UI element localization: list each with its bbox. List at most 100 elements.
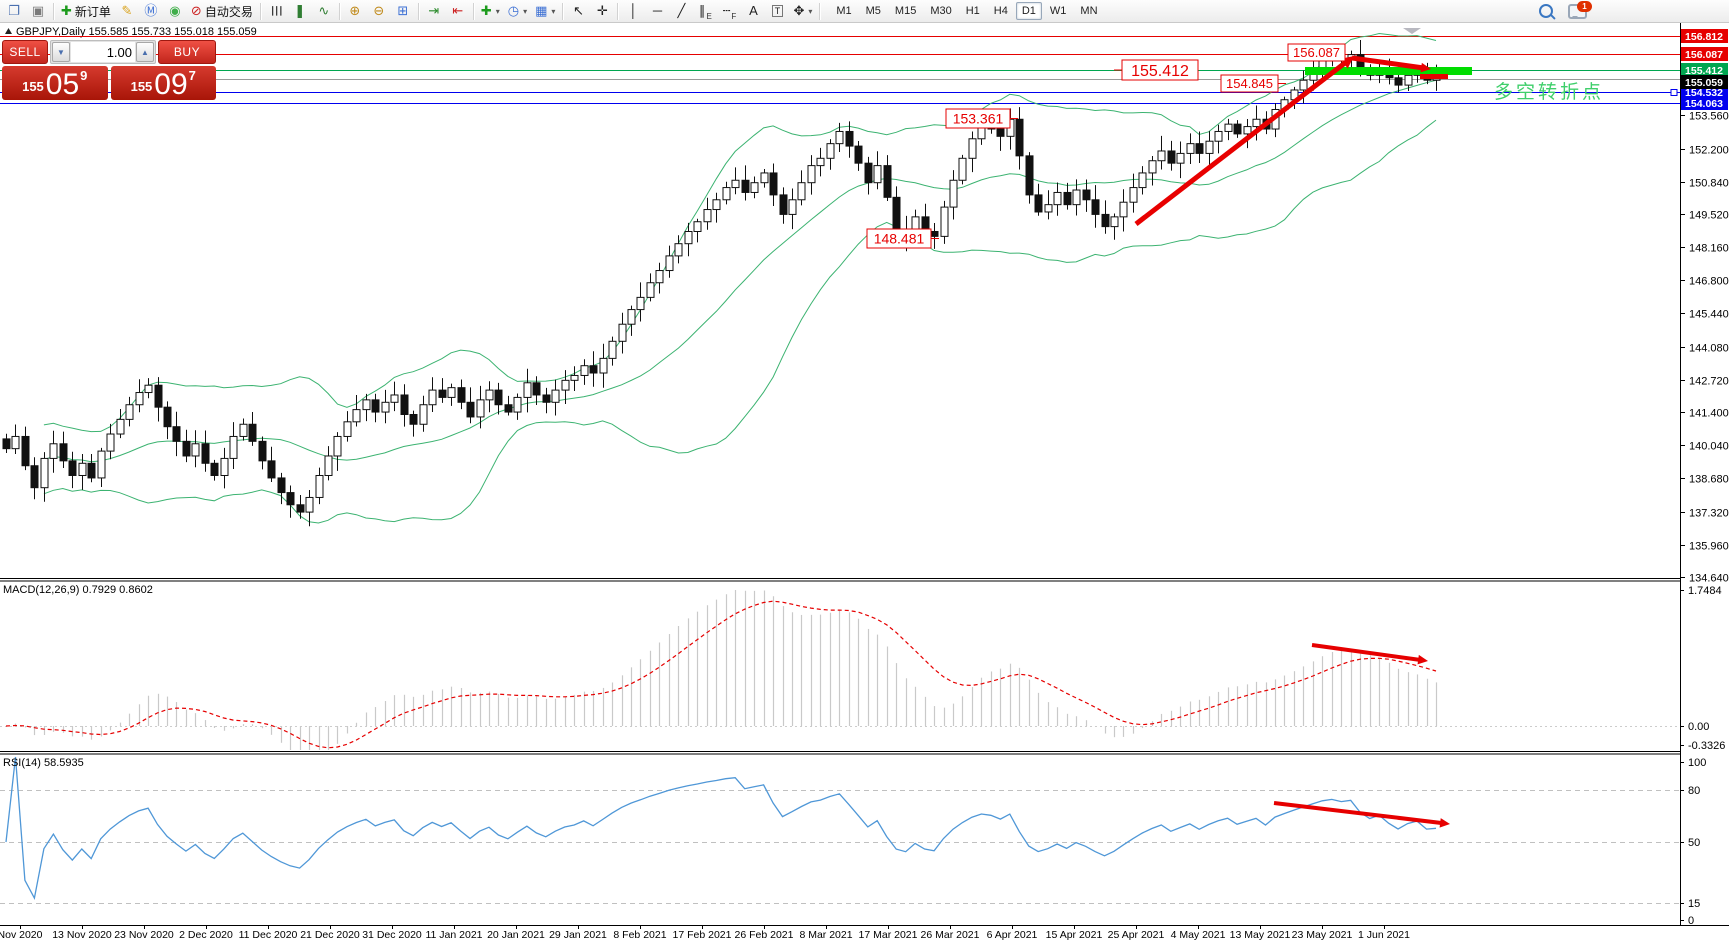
- buy-price[interactable]: 155097: [111, 66, 217, 100]
- tile-windows-icon: ⊞: [397, 2, 408, 20]
- price-annotation-155-412[interactable]: 155.412: [1114, 60, 1198, 80]
- svg-text:156.812: 156.812: [1685, 31, 1723, 43]
- timeframe-m1[interactable]: M1: [830, 2, 857, 20]
- new-order-glyph: ✚: [61, 2, 72, 20]
- lower-band: [44, 120, 1436, 523]
- price-annotation-154-845[interactable]: 154.845: [1221, 75, 1286, 92]
- line-handle[interactable]: [1671, 90, 1677, 96]
- bollinger-bands: [44, 34, 1436, 524]
- templates-button[interactable]: ▦▾: [531, 0, 559, 22]
- timeframe-w1[interactable]: W1: [1044, 2, 1073, 20]
- auto-scroll-icon: ⇥: [428, 2, 439, 20]
- horizontal-line-icon: ─: [653, 2, 662, 20]
- tile-windows-icon[interactable]: ⊞: [391, 0, 415, 22]
- line-chart-icon: ∿: [318, 2, 329, 20]
- horizontal-line-icon[interactable]: ─: [645, 0, 669, 22]
- date-axis: Nov 202013 Nov 202023 Nov 20202 Dec 2020…: [0, 925, 1410, 941]
- chevron-down-icon: ▾: [551, 7, 555, 16]
- vertical-line-icon[interactable]: │: [621, 0, 645, 22]
- svg-text:2 Dec 2020: 2 Dec 2020: [179, 929, 233, 941]
- price-annotation-148-481[interactable]: 148.481: [867, 229, 939, 248]
- rsi-line: [6, 757, 1436, 898]
- autotrading-glyph: ⊘: [191, 2, 202, 20]
- chart-shift-icon[interactable]: ⇤: [446, 0, 470, 22]
- macd-label: MACD(12,26,9) 0.7929 0.8602: [3, 584, 153, 596]
- equidistant-channel-icon[interactable]: ∥E: [693, 0, 717, 22]
- svg-text:1 Jun 2021: 1 Jun 2021: [1358, 929, 1410, 941]
- chart-shift-marker-icon[interactable]: [1403, 28, 1421, 34]
- chat-button[interactable]: 1: [1564, 0, 1591, 22]
- shapes-button[interactable]: ✥▾: [789, 0, 816, 22]
- buy-price-pip: 7: [189, 68, 196, 83]
- timeframe-m5[interactable]: M5: [860, 2, 887, 20]
- svg-text:Nov 2020: Nov 2020: [0, 929, 43, 941]
- volume-input[interactable]: [71, 42, 135, 62]
- svg-text:142.720: 142.720: [1689, 376, 1729, 388]
- indicators-button[interactable]: ✚▾: [477, 0, 504, 22]
- svg-text:11 Dec 2020: 11 Dec 2020: [239, 929, 298, 941]
- fibonacci-icon: ┄: [723, 2, 731, 20]
- svg-text:148.160: 148.160: [1689, 243, 1729, 255]
- community-icon[interactable]: Ⓜ: [139, 0, 163, 22]
- svg-text:141.400: 141.400: [1689, 408, 1729, 420]
- sell-button[interactable]: SELL: [2, 40, 48, 64]
- new-order-button[interactable]: ✚新订单: [57, 0, 115, 22]
- search-button[interactable]: [1534, 0, 1558, 22]
- cn-turning-point-text[interactable]: 多空转折点: [1494, 81, 1604, 103]
- fibonacci-icon[interactable]: ┄F: [717, 0, 741, 22]
- price-annotation-156-087[interactable]: 156.087: [1288, 44, 1345, 61]
- candlestick-chart-icon[interactable]: ❚: [288, 0, 312, 22]
- svg-text:-0.3326: -0.3326: [1688, 740, 1725, 752]
- zoom-out-icon: ⊖: [373, 2, 384, 20]
- rsi-pane: RSI(14) 58.59351008050150: [0, 757, 1706, 927]
- svg-text:8 Feb 2021: 8 Feb 2021: [613, 929, 666, 941]
- price-annotation-153-361[interactable]: 153.361: [946, 109, 1018, 128]
- buy-price-prefix: 155: [131, 79, 153, 94]
- autotrading-button[interactable]: ⊘自动交易: [187, 0, 257, 22]
- bar-chart-icon[interactable]: ☰: [264, 0, 288, 22]
- svg-text:26 Mar 2021: 26 Mar 2021: [921, 929, 980, 941]
- one-click-trading-panel: SELL ▼ ▲ BUY 155059 155097: [2, 40, 216, 100]
- candlestick-series: [3, 40, 1440, 526]
- metaeditor-icon[interactable]: ✎: [115, 0, 139, 22]
- zoom-out-icon[interactable]: ⊖: [367, 0, 391, 22]
- sell-price[interactable]: 155059: [2, 66, 108, 100]
- svg-text:152.200: 152.200: [1689, 145, 1729, 157]
- svg-text:156.087: 156.087: [1685, 49, 1723, 61]
- data-window-icon[interactable]: ▣: [26, 0, 50, 22]
- auto-scroll-icon[interactable]: ⇥: [422, 0, 446, 22]
- periods-glyph: ◷: [508, 2, 519, 20]
- volume-decrease-button[interactable]: ▼: [52, 42, 70, 62]
- text-label-icon[interactable]: T: [765, 0, 789, 22]
- chevron-down-icon: ▾: [496, 7, 500, 16]
- timeframe-mn[interactable]: MN: [1074, 2, 1103, 20]
- timeframe-h1[interactable]: H1: [960, 2, 986, 20]
- autotrading-button-label: 自动交易: [205, 3, 253, 20]
- signals-icon[interactable]: ◉: [163, 0, 187, 22]
- svg-text:154.063: 154.063: [1685, 98, 1723, 110]
- timeframe-m15[interactable]: M15: [889, 2, 922, 20]
- red-dash-mark[interactable]: [1420, 74, 1448, 79]
- line-chart-icon[interactable]: ∿: [312, 0, 336, 22]
- cursor-icon: ↖: [573, 2, 584, 20]
- periods-button[interactable]: ◷▾: [504, 0, 531, 22]
- text-icon[interactable]: A: [741, 0, 765, 22]
- crosshair-icon[interactable]: ✛: [590, 0, 614, 22]
- zoom-in-icon[interactable]: ⊕: [343, 0, 367, 22]
- svg-text:155.059: 155.059: [1685, 77, 1723, 89]
- timeframe-d1[interactable]: D1: [1016, 2, 1042, 20]
- timeframe-h4[interactable]: H4: [988, 2, 1014, 20]
- buy-button[interactable]: BUY: [158, 40, 216, 64]
- cursor-icon[interactable]: ↖: [566, 0, 590, 22]
- timeframe-m30[interactable]: M30: [924, 2, 957, 20]
- candlestick-chart-icon: ❚: [294, 2, 305, 20]
- volume-stepper: ▼ ▲: [50, 40, 156, 64]
- market-watch-icon: ❐: [8, 2, 20, 20]
- trendline-icon[interactable]: ╱: [669, 0, 693, 22]
- chat-icon: 1: [1568, 4, 1587, 19]
- bar-chart-icon: ☰: [267, 5, 285, 17]
- text-label-icon: T: [772, 5, 784, 17]
- volume-increase-button[interactable]: ▲: [136, 42, 154, 62]
- mt4-window: ❐▣✚新订单✎Ⓜ◉⊘自动交易☰❚∿⊕⊖⊞⇥⇤✚▾◷▾▦▾↖✛│─╱∥E┄FAT✥…: [0, 0, 1729, 942]
- market-watch-icon[interactable]: ❐: [2, 0, 26, 22]
